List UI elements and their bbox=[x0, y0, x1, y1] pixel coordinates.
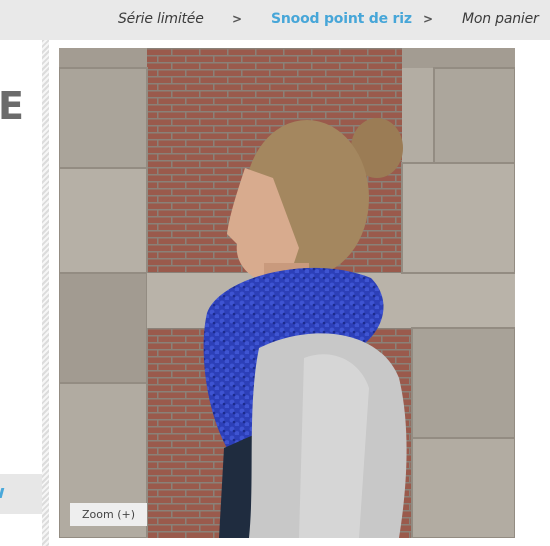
breadcrumb-separator: > bbox=[423, 12, 434, 26]
sidebar-title-fragment: E bbox=[0, 84, 24, 128]
breadcrumb-item-mon-panier[interactable]: Mon panier bbox=[462, 11, 539, 27]
product-photo[interactable]: Zoom (+) bbox=[59, 48, 515, 538]
product-photo-illustration bbox=[59, 48, 515, 538]
zoom-button[interactable]: Zoom (+) bbox=[70, 503, 147, 526]
sidebar-divider bbox=[42, 40, 49, 546]
breadcrumb-item-snood[interactable]: Snood point de riz bbox=[271, 11, 412, 27]
left-sidebar: E bbox=[0, 40, 42, 546]
breadcrumb-separator: > bbox=[232, 12, 243, 26]
breadcrumb: Série limitée > Snood point de riz > Mon… bbox=[0, 0, 550, 40]
breadcrumb-item-serie-limitee[interactable]: Série limitée bbox=[118, 11, 204, 27]
